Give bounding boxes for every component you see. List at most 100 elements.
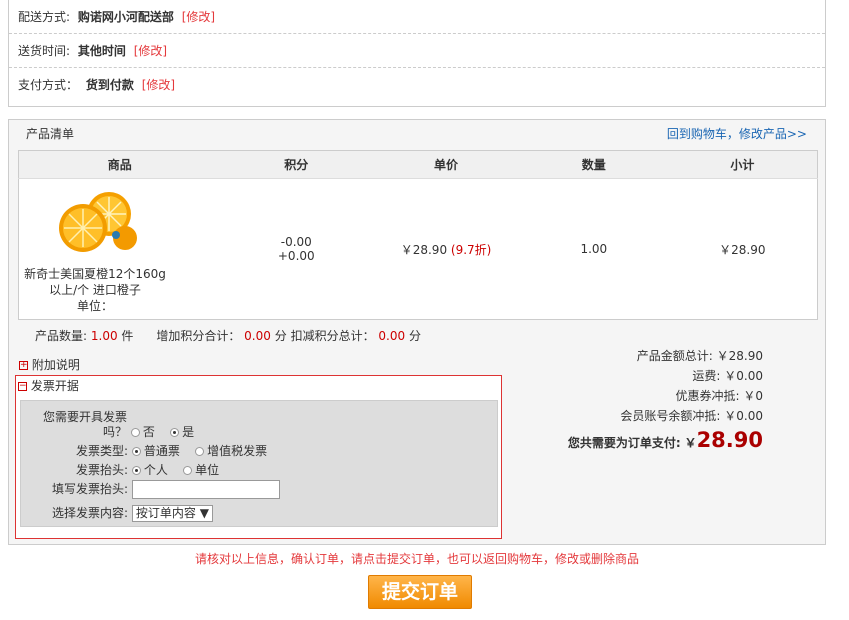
product-table: 商品 积分 单价 数量 小计 新奇士美国夏橙12个160g 以上/个 进口橙子 … [18,150,818,320]
addon-toggle[interactable]: + 附加说明 [19,356,80,373]
invoice-need-row: 吗？ 否 是 [103,423,194,440]
payment-method-label: 支付方式： [18,78,79,92]
add-points-label: 增加积分合计： [156,329,241,343]
product-cell: 新奇士美国夏橙12个160g 以上/个 进口橙子 单位： [19,179,221,320]
payment-method-value: 货到付款 [85,78,134,92]
delivery-method-label: 配送方式: [18,10,71,24]
coupon-label: 优惠券冲抵: [675,389,740,403]
points-minus: -0.00 [280,235,312,249]
product-list-panel: 产品清单 回到购物车，修改产品>> 商品 积分 单价 数量 小计 新奇士美国夏橙… [8,119,826,545]
count-value: 1.00 [90,329,118,343]
pay-total-row: 您共需要为订单支付: ￥28.90 [568,430,763,453]
invoice-head-unit-radio[interactable] [183,466,193,475]
delivery-time-label: 送货时间: [18,44,71,58]
coupon-row: 优惠券冲抵: ￥0 [568,386,763,406]
header-quantity: 数量 [519,150,668,179]
add-points-unit: 分 [274,329,287,343]
invoice-type-row: 发票类型: 普通票 增值税发票 [76,442,267,459]
delivery-time-modify-link[interactable]: [修改] [134,44,167,58]
invoice-fill-label: 填写发票抬头: [52,482,129,496]
balance-label: 会员账号余额冲抵: [620,409,721,423]
product-list-title: 产品清单 [26,127,75,141]
invoice-type-normal-label[interactable]: 普通票 [144,444,180,458]
expand-plus-icon[interactable]: + [19,361,28,370]
delivery-method-modify-link[interactable]: [修改] [182,10,215,24]
subtotal-cell: ￥28.90 [719,242,766,257]
header-product: 商品 [18,150,221,179]
delivery-method-row: 配送方式: 购诺网小河配送部 [修改] [9,0,825,34]
invoice-form: 您需要开具发票 吗？ 否 是 发票类型: 普通票 增值税发票 发票抬头: 个人 … [20,400,498,527]
balance-value: ￥0.00 [724,409,763,423]
header-unit-price: 单价 [372,150,520,179]
add-points-value: 0.00 [244,329,271,343]
invoice-head-label: 发票抬头: [76,463,129,477]
balance-row: 会员账号余额冲抵: ￥0.00 [568,406,763,426]
delivery-method-value: 购诺网小河配送部 [77,10,174,24]
coupon-value: ￥0 [743,389,763,403]
quantity-cell: 1.00 [580,242,608,256]
points-plus: +0.00 [277,249,315,263]
invoice-no-radio[interactable] [130,428,140,437]
product-name-line1[interactable]: 新奇士美国夏橙12个160g [21,266,169,282]
table-header-row: 商品 积分 单价 数量 小计 [18,150,818,179]
product-summary: 产品数量: 1.00 件 增加积分合计： 0.00 分 扣减积分总计： 0.00… [35,327,421,344]
back-to-cart-link[interactable]: 回到购物车，修改产品>> [667,120,807,148]
invoice-title[interactable]: 发票开据 [31,379,79,393]
invoice-no-label[interactable]: 否 [143,425,155,439]
count-unit: 件 [121,329,134,343]
invoice-type-vat-radio[interactable] [195,447,205,456]
invoice-type-vat-label[interactable]: 增值税发票 [207,444,267,458]
invoice-type-label: 发票类型: [76,444,129,458]
shipping-value: ￥0.00 [724,369,763,383]
points-cell: -0.00 +0.00 [220,179,372,320]
payment-method-row: 支付方式： 货到付款 [修改] [9,68,825,102]
invoice-yes-label[interactable]: 是 [182,425,194,439]
invoice-head-row: 发票抬头: 个人 单位 [76,461,219,478]
payment-method-modify-link[interactable]: [修改] [142,78,175,92]
invoice-content-label: 选择发票内容: [52,506,129,520]
invoice-head-person-label[interactable]: 个人 [144,463,168,477]
order-totals: 产品金额总计: ￥28.90 运费: ￥0.00 优惠券冲抵: ￥0 会员账号余… [568,346,763,453]
confirm-notice: 请核对以上信息，确认订单，请点击提交订单，也可以返回购物车，修改或删除商品 [195,552,640,566]
invoice-need-label2: 吗？ [103,425,128,439]
product-list-header: 产品清单 回到购物车，修改产品>> [9,120,825,148]
invoice-type-normal-radio[interactable] [131,447,141,456]
discount-rate: (9.7折) [450,242,492,257]
goods-total-value: ￥28.90 [716,349,763,363]
sub-points-value: 0.00 [378,329,406,343]
invoice-content-value: 按订单内容 [135,506,196,520]
delivery-time-row: 送货时间: 其他时间 [修改] [9,34,825,68]
invoice-head-input[interactable] [131,480,280,499]
pay-total-amount: 28.90 [696,428,763,452]
pay-total-label: 您共需要为订单支付: [567,436,681,450]
unit-price: ￥28.90 [400,242,448,257]
product-unit: 单位： [76,299,113,313]
goods-total-label: 产品金额总计: [636,349,713,363]
collapse-minus-icon[interactable]: − [18,382,27,391]
invoice-content-select[interactable]: 按订单内容 ▼ [131,505,213,522]
header-points: 积分 [220,150,373,179]
product-name-line2[interactable]: 以上/个 进口橙子 [21,282,169,298]
invoice-fill-row: 填写发票抬头: [52,480,280,499]
goods-total-row: 产品金额总计: ￥28.90 [568,346,763,366]
pay-currency: ￥ [684,436,697,450]
delivery-time-value: 其他时间 [77,44,126,58]
sub-points-label: 扣减积分总计： [290,329,375,343]
product-info: 新奇士美国夏橙12个160g 以上/个 进口橙子 单位： [21,184,169,314]
invoice-head-unit-label[interactable]: 单位 [195,463,219,477]
shipping-row: 运费: ￥0.00 [568,366,763,386]
count-label: 产品数量: [35,329,88,343]
delivery-info-panel: 配送方式: 购诺网小河配送部 [修改] 送货时间: 其他时间 [修改] 支付方式… [8,0,826,107]
product-image[interactable] [53,184,137,262]
sub-points-unit: 分 [408,329,421,343]
invoice-section: − 发票开据 您需要开具发票 吗？ 否 是 发票类型: 普通票 增值税发票 发票… [15,375,502,539]
header-subtotal: 小计 [667,150,818,179]
unit-price-cell: ￥28.90 (9.7折) [372,179,520,320]
invoice-head-person-radio[interactable] [131,466,141,475]
submit-order-button[interactable]: 提交订单 [368,575,472,609]
invoice-yes-radio[interactable] [170,428,180,437]
addon-label[interactable]: 附加说明 [32,358,80,372]
shipping-label: 运费: [692,369,721,383]
invoice-content-row: 选择发票内容: 按订单内容 ▼ [52,504,213,522]
invoice-header[interactable]: − 发票开据 [16,376,501,396]
